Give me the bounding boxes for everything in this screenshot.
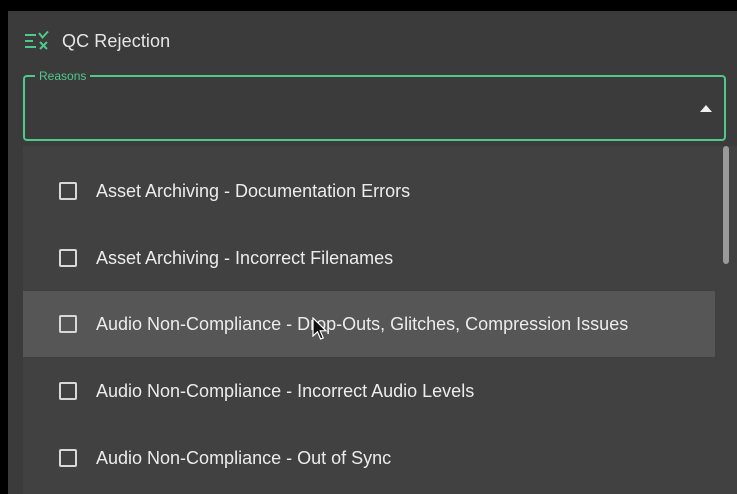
reasons-dropdown-list: Asset Archiving - Documentation Errors A… xyxy=(23,146,737,494)
option-label: Audio Non-Compliance - Incorrect Audio L… xyxy=(96,380,475,401)
reasons-input[interactable] xyxy=(35,87,679,129)
qc-rejection-panel: QC Rejection Reasons Asset Archiving - D… xyxy=(8,11,737,494)
page-title: QC Rejection xyxy=(62,30,171,51)
list-item[interactable]: Audio Non-Compliance - Incorrect Audio L… xyxy=(23,358,715,424)
panel-header: QC Rejection xyxy=(24,29,170,53)
list-item[interactable]: Asset Archiving - Documentation Errors xyxy=(23,158,715,224)
checkbox[interactable] xyxy=(59,182,77,200)
reasons-label: Reasons xyxy=(35,68,91,84)
caret-up-icon[interactable] xyxy=(700,105,712,112)
list-item[interactable]: Audio Non-Compliance - Out of Sync xyxy=(23,425,715,491)
checkbox[interactable] xyxy=(59,382,77,400)
option-label: Asset Archiving - Incorrect Filenames xyxy=(96,247,394,268)
list-item[interactable]: Asset Archiving - Incorrect Filenames xyxy=(23,225,715,291)
reasons-select[interactable]: Reasons xyxy=(23,68,726,141)
option-label: Audio Non-Compliance - Out of Sync xyxy=(96,447,392,468)
checkbox[interactable] xyxy=(59,315,77,333)
list-item-hovered[interactable]: Audio Non-Compliance - Drop-Outs, Glitch… xyxy=(23,291,715,357)
scrollbar-thumb[interactable] xyxy=(723,146,729,264)
checkbox[interactable] xyxy=(59,449,77,467)
option-label: Asset Archiving - Documentation Errors xyxy=(96,180,411,201)
checkbox[interactable] xyxy=(59,249,77,267)
scrollbar[interactable] xyxy=(719,146,733,494)
checklist-reject-icon xyxy=(24,29,50,53)
option-label: Audio Non-Compliance - Drop-Outs, Glitch… xyxy=(96,313,629,334)
